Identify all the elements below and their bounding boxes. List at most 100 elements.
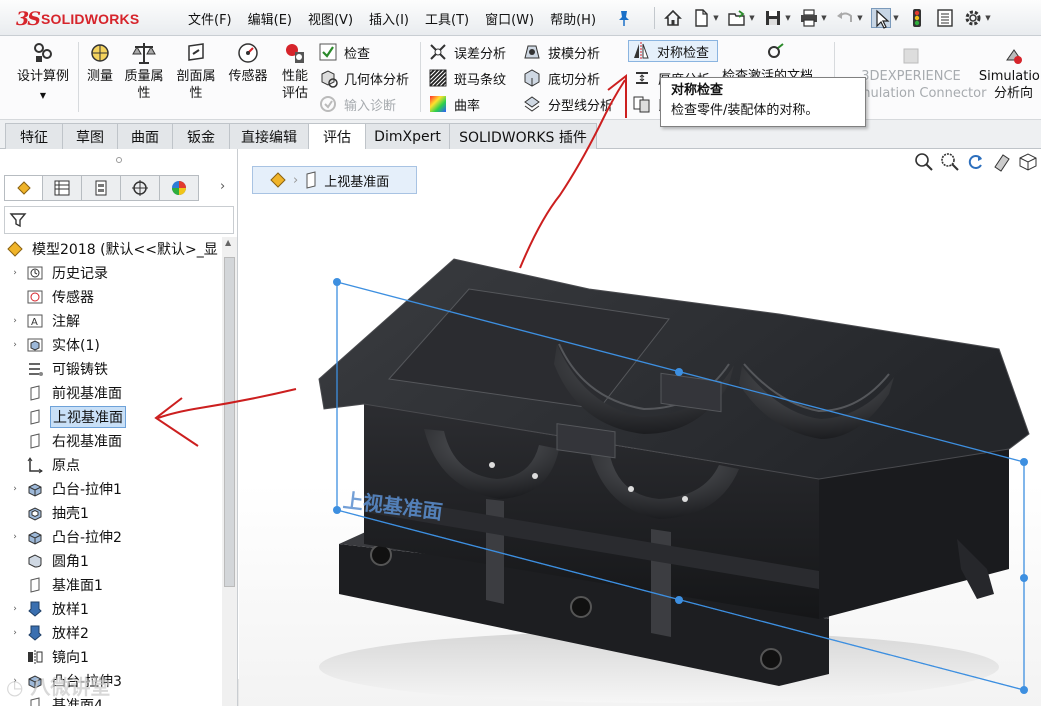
sensor-button[interactable]: 传感器: [224, 40, 272, 85]
print-icon[interactable]: [799, 8, 819, 28]
property-manager-tab[interactable]: [43, 175, 82, 201]
scrollbar-thumb[interactable]: [224, 257, 235, 587]
mass-properties-button[interactable]: 质量属 性: [120, 40, 168, 102]
chevron-down-icon[interactable]: ▼: [892, 8, 900, 28]
graphics-area[interactable]: 上视基准面 › 上视基准面: [239, 149, 1041, 706]
symmetry-check-button[interactable]: 对称检查: [628, 40, 719, 62]
tree-item[interactable]: 基准面1: [0, 573, 222, 597]
expand-arrow-icon[interactable]: ›: [10, 532, 20, 542]
import-diagnostics-button[interactable]: 输入诊断: [318, 93, 396, 115]
chevron-down-icon[interactable]: ▼: [984, 8, 992, 28]
plane-handle[interactable]: [1020, 686, 1028, 694]
tree-item[interactable]: › 放样2: [0, 621, 222, 645]
chevron-down-icon[interactable]: ▼: [712, 8, 720, 28]
menu-view[interactable]: 视图(V): [308, 9, 353, 28]
expand-arrow-icon[interactable]: ›: [10, 268, 20, 278]
chevron-down-icon[interactable]: ▼: [820, 8, 828, 28]
geometry-analysis-button[interactable]: 几何体分析: [318, 67, 409, 89]
panel-grip[interactable]: [0, 149, 238, 171]
tree-item[interactable]: 传感器: [0, 285, 222, 309]
previous-view-icon[interactable]: [965, 151, 987, 173]
tree-item[interactable]: 抽壳1: [0, 501, 222, 525]
tree-item[interactable]: › 历史记录: [0, 261, 222, 285]
file-properties-icon[interactable]: [935, 8, 955, 28]
design-study-button[interactable]: 设计算例 ▼: [10, 40, 76, 101]
tree-item[interactable]: 上视基准面: [0, 405, 222, 429]
configuration-manager-tab[interactable]: [82, 175, 121, 201]
expand-arrow-icon[interactable]: ›: [10, 604, 20, 614]
plane-handle[interactable]: [1020, 574, 1028, 582]
measure-button[interactable]: 测量: [82, 40, 118, 85]
tab-surfaces[interactable]: 曲面: [117, 123, 173, 149]
tree-item[interactable]: › A 注解: [0, 309, 222, 333]
draft-analysis-button[interactable]: 拔模分析: [522, 41, 600, 63]
chevron-down-icon[interactable]: ▼: [856, 8, 864, 28]
solidworks-logo[interactable]: 3S SOLIDWORKS: [16, 6, 162, 32]
tree-scrollbar[interactable]: ▲: [222, 237, 237, 706]
check-button[interactable]: 检查: [318, 41, 370, 63]
tree-item[interactable]: 原点: [0, 453, 222, 477]
model-view[interactable]: [239, 149, 1041, 706]
expand-arrow-icon[interactable]: ›: [10, 484, 20, 494]
expand-arrow-icon[interactable]: ›: [10, 316, 20, 326]
undo-icon[interactable]: [835, 8, 855, 28]
pin-menu-icon[interactable]: [616, 9, 632, 27]
select-pointer-icon[interactable]: [871, 8, 891, 29]
plane-handle[interactable]: [333, 506, 341, 514]
plane-handle[interactable]: [1020, 458, 1028, 466]
tree-item[interactable]: › 放样1: [0, 597, 222, 621]
view-orientation-icon[interactable]: [1017, 151, 1039, 173]
scroll-up-icon[interactable]: ▲: [225, 238, 231, 247]
menu-edit[interactable]: 编辑(E): [248, 9, 292, 28]
plane-handle[interactable]: [333, 278, 341, 286]
chevron-down-icon[interactable]: ▼: [748, 8, 756, 28]
tree-root-part[interactable]: 模型2018 (默认<<默认>_显: [0, 237, 222, 261]
options-gear-icon[interactable]: [963, 8, 983, 28]
parting-line-analysis-button[interactable]: 分型线分析: [522, 93, 613, 115]
chevron-right-icon[interactable]: ›: [220, 179, 225, 194]
tab-dimxpert[interactable]: DimXpert: [365, 123, 450, 149]
performance-evaluation-button[interactable]: 性能 评估: [276, 40, 314, 102]
open-icon[interactable]: [727, 8, 747, 28]
zoom-to-fit-icon[interactable]: [913, 151, 935, 173]
chevron-down-icon[interactable]: ▼: [10, 91, 76, 101]
plane-handle[interactable]: [675, 368, 683, 376]
tree-item[interactable]: › 凸台-拉伸2: [0, 525, 222, 549]
section-properties-button[interactable]: 剖面属 性: [172, 40, 220, 102]
menu-help[interactable]: 帮助(H): [550, 9, 596, 28]
curvature-button[interactable]: 曲率: [428, 93, 480, 115]
tree-item[interactable]: 可锻铸铁: [0, 357, 222, 381]
home-icon[interactable]: [663, 8, 683, 28]
chevron-down-icon[interactable]: ▼: [784, 8, 792, 28]
undercut-analysis-button[interactable]: 底切分析: [522, 67, 600, 89]
tree-item[interactable]: › 凸台-拉伸1: [0, 477, 222, 501]
new-document-icon[interactable]: [691, 8, 711, 28]
tab-sketch[interactable]: 草图: [62, 123, 118, 149]
zebra-stripes-button[interactable]: 斑马条纹: [428, 67, 506, 89]
simulation-advisor-button[interactable]: Simulation 分析向: [976, 46, 1041, 102]
display-manager-tab[interactable]: [160, 175, 199, 201]
dimxpert-manager-tab[interactable]: [121, 175, 160, 201]
feature-manager-tab[interactable]: [4, 175, 43, 201]
tab-direct-editing[interactable]: 直接编辑: [229, 123, 309, 149]
tab-features[interactable]: 特征: [5, 123, 63, 149]
tab-evaluate[interactable]: 评估: [308, 123, 366, 150]
section-view-icon[interactable]: [991, 151, 1013, 173]
menu-window[interactable]: 窗口(W): [485, 9, 534, 28]
deviation-analysis-button[interactable]: 误差分析: [428, 41, 506, 63]
menu-file[interactable]: 文件(F): [188, 9, 232, 28]
tree-item[interactable]: 圆角1: [0, 549, 222, 573]
tab-sheet-metal[interactable]: 钣金: [172, 123, 230, 149]
tree-item[interactable]: 右视基准面: [0, 429, 222, 453]
filter-bar[interactable]: [4, 206, 234, 234]
tree-item[interactable]: 前视基准面: [0, 381, 222, 405]
breadcrumb[interactable]: › 上视基准面: [252, 166, 417, 194]
plane-handle[interactable]: [675, 596, 683, 604]
rebuild-light-icon[interactable]: [907, 8, 927, 28]
expand-arrow-icon[interactable]: ›: [10, 340, 20, 350]
zoom-to-area-icon[interactable]: [939, 151, 961, 173]
tab-solidworks-addins[interactable]: SOLIDWORKS 插件: [449, 123, 597, 149]
expand-arrow-icon[interactable]: ›: [10, 628, 20, 638]
tree-item[interactable]: › 实体(1): [0, 333, 222, 357]
save-icon[interactable]: [763, 8, 783, 28]
